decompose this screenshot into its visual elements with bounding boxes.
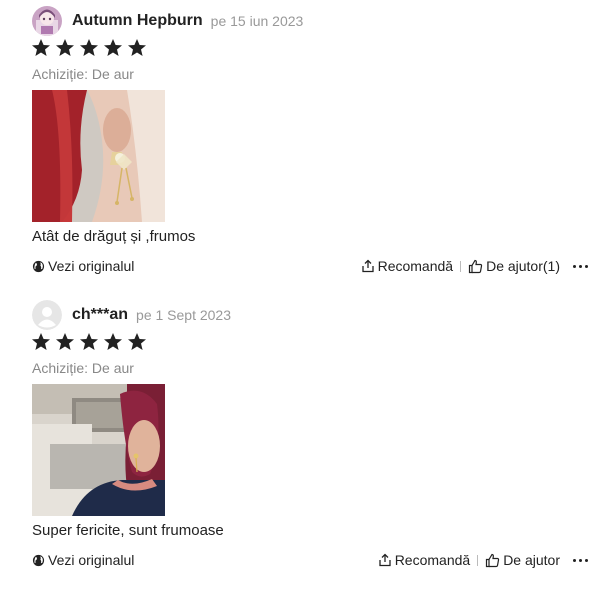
star-icon — [80, 333, 98, 350]
thumbs-up-icon — [486, 553, 500, 567]
recommend-label: Recomandă — [377, 258, 454, 274]
purchase-variant: Achiziție: De aur — [32, 360, 134, 376]
earring-photo — [32, 90, 165, 222]
anime-avatar-icon — [32, 6, 62, 36]
recommend-button[interactable]: Recomandă — [361, 258, 454, 274]
share-icon — [361, 259, 374, 273]
review-date: pe 1 Sept 2023 — [136, 307, 232, 323]
purchase-variant: Achiziție: De aur — [32, 66, 134, 82]
star-icon — [56, 39, 74, 56]
review-header: Autumn Hepburn pe 15 iun 2023 — [32, 6, 303, 36]
star-rating — [31, 332, 147, 352]
star-icon — [32, 333, 50, 350]
star-icon — [104, 39, 122, 56]
star-icon — [80, 39, 98, 56]
wearing-earring-photo — [32, 384, 165, 516]
star-icon — [104, 333, 122, 350]
view-original-label: Vezi originalul — [48, 552, 135, 568]
star-icon — [128, 39, 146, 56]
more-dot — [573, 264, 576, 268]
more-dot — [585, 558, 588, 562]
helpful-label: De ajutor(1) — [486, 258, 560, 274]
username[interactable]: ch***an — [72, 306, 128, 324]
username[interactable]: Autumn Hepburn — [72, 12, 203, 30]
review-date: pe 15 iun 2023 — [210, 13, 304, 29]
default-user-avatar-icon — [32, 300, 62, 330]
more-dot — [579, 558, 582, 562]
review-header: ch***an pe 1 Sept 2023 — [32, 300, 231, 330]
user-avatar[interactable] — [32, 6, 62, 36]
divider — [460, 260, 462, 272]
helpful-button[interactable]: De ajutor(1) — [468, 258, 560, 274]
globe-icon — [32, 260, 45, 272]
review-text: Atât de drăguț și ,frumos — [32, 228, 196, 245]
recommend-button[interactable]: Recomandă — [378, 552, 471, 568]
review-actions: Recomandă De ajutor — [378, 552, 588, 568]
review-photo[interactable] — [32, 90, 165, 222]
star-rating — [31, 38, 147, 58]
recommend-label: Recomandă — [394, 552, 471, 568]
view-original-label: Vezi originalul — [48, 258, 135, 274]
review-text: Super fericite, sunt frumoase — [32, 522, 224, 539]
divider — [477, 554, 479, 566]
star-icon — [128, 333, 146, 350]
helpful-button[interactable]: De ajutor — [485, 552, 560, 568]
user-avatar[interactable] — [32, 300, 62, 330]
more-options-button[interactable] — [573, 261, 588, 272]
share-icon — [379, 553, 391, 567]
helpful-label: De ajutor — [503, 552, 560, 568]
review-actions: Recomandă De ajutor(1) — [361, 258, 588, 274]
more-dot — [579, 264, 582, 268]
star-icon — [32, 39, 50, 56]
more-options-button[interactable] — [573, 555, 588, 566]
globe-icon — [32, 554, 45, 566]
thumbs-up-icon — [468, 259, 483, 273]
more-dot — [573, 558, 576, 562]
review-photo[interactable] — [32, 384, 165, 516]
view-original-link[interactable]: Vezi originalul — [32, 258, 134, 274]
view-original-link[interactable]: Vezi originalul — [32, 552, 134, 568]
more-dot — [585, 264, 588, 268]
star-icon — [56, 333, 74, 350]
